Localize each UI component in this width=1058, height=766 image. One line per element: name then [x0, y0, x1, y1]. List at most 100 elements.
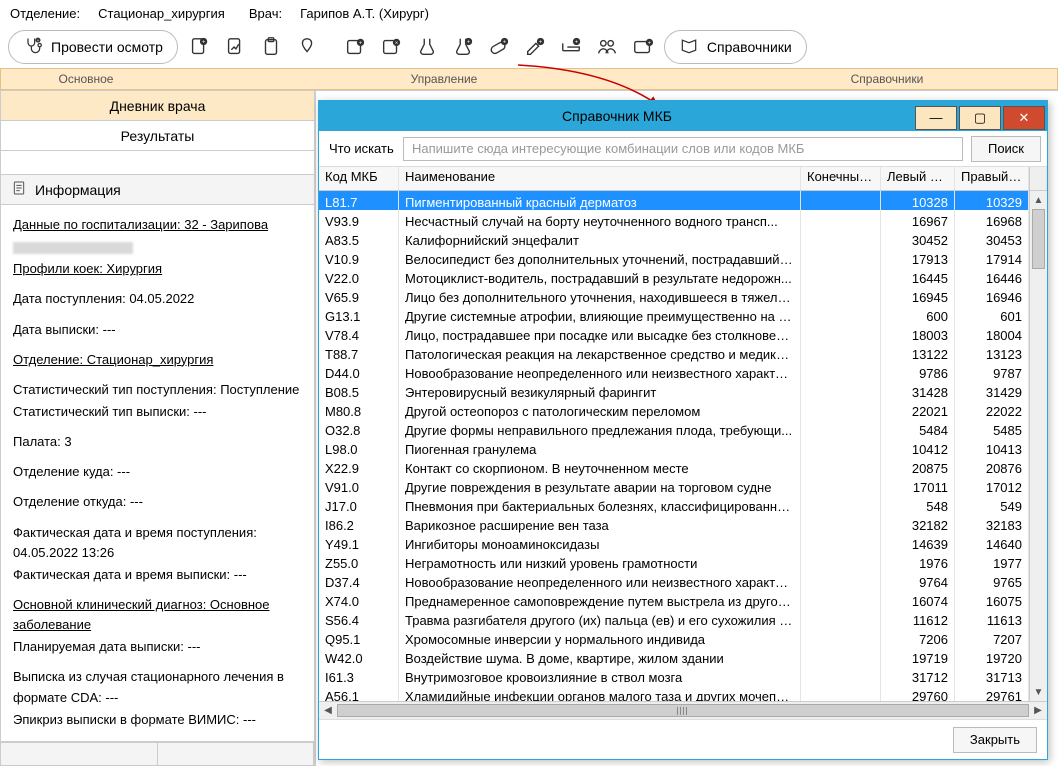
table-row[interactable]: A56.1Хламидийные инфекции органов малого… — [319, 685, 1047, 701]
cell-code: Q95.1 — [319, 628, 399, 647]
lab-plus-icon[interactable]: + — [448, 32, 478, 62]
cell-konech — [801, 457, 881, 476]
table-row[interactable]: V65.9Лицо без дополнительного уточнения,… — [319, 286, 1047, 305]
cell-name: Калифорнийский энцефалит — [399, 229, 801, 248]
table-row[interactable]: V78.4Лицо, пострадавшее при посадке или … — [319, 324, 1047, 343]
card-plus-icon[interactable]: + — [628, 32, 658, 62]
table-row[interactable]: Q95.1Хромосомные инверсии у нормального … — [319, 628, 1047, 647]
tab-diary[interactable]: Дневник врача — [0, 91, 315, 121]
table-row[interactable]: V93.9Несчастный случай на борту неуточне… — [319, 210, 1047, 229]
modal-titlebar[interactable]: Справочник МКБ — ▢ ✕ — [319, 101, 1047, 131]
minimize-button[interactable]: — — [915, 106, 957, 130]
cell-name: Новообразование неопределенного или неиз… — [399, 571, 801, 590]
search-button[interactable]: Поиск — [971, 136, 1041, 162]
cell-name: Пневмония при бактериальных болезнях, кл… — [399, 495, 801, 514]
doc-plus-icon[interactable]: + — [184, 32, 214, 62]
table-row[interactable]: M80.8Другой остеопороз с патологическим … — [319, 400, 1047, 419]
ref-button[interactable]: Справочники — [664, 30, 807, 64]
table-row[interactable]: B08.5Энтеровирусный везикулярный фаринги… — [319, 381, 1047, 400]
table-row[interactable]: O32.8Другие формы неправильного предлежа… — [319, 419, 1047, 438]
scroll-down-icon[interactable]: ▼ — [1030, 683, 1047, 701]
sched-plus-icon[interactable]: + — [340, 32, 370, 62]
cell-konech — [801, 533, 881, 552]
info-title: Информация — [35, 182, 121, 198]
info-beds[interactable]: Профили коек: Хирургия — [13, 261, 162, 276]
cell-left: 1976 — [881, 552, 955, 571]
edit-plus-icon[interactable]: + — [520, 32, 550, 62]
table-row[interactable]: I86.2Варикозное расширение вен таза32182… — [319, 514, 1047, 533]
cell-left: 31428 — [881, 381, 955, 400]
table-row[interactable]: Y49.1Ингибиторы моноаминоксидазы14639146… — [319, 533, 1047, 552]
hscroll-thumb[interactable] — [337, 704, 1029, 717]
tab-results[interactable]: Результаты — [0, 121, 315, 151]
col-konech[interactable]: Конечный ... — [801, 167, 881, 190]
exam-label: Провести осмотр — [51, 39, 163, 55]
table-row[interactable]: X22.9Контакт со скорпионом. В неуточненн… — [319, 457, 1047, 476]
lab-icon[interactable] — [412, 32, 442, 62]
scroll-up-icon[interactable]: ▲ — [1030, 191, 1047, 209]
info-body: Данные по госпитализации: 32 - Зарипова … — [0, 205, 315, 742]
cell-konech — [801, 628, 881, 647]
info-to-dept: Отделение куда: --- — [13, 462, 302, 482]
close-button[interactable]: Закрыть — [953, 727, 1037, 753]
pill-plus-icon[interactable]: + — [484, 32, 514, 62]
table-row[interactable]: W42.0Воздействие шума. В доме, квартире,… — [319, 647, 1047, 666]
info-hosp[interactable]: Данные по госпитализации: 32 - Зарипова — [13, 217, 268, 232]
table-header[interactable]: Код МКБ Наименование Конечный ... Левый … — [319, 167, 1047, 191]
ref-label: Справочники — [707, 39, 792, 55]
vertical-scrollbar[interactable]: ▲ ▼ — [1029, 191, 1047, 701]
table-row[interactable]: G13.1Другие системные атрофии, влияющие … — [319, 305, 1047, 324]
cell-left: 19719 — [881, 647, 955, 666]
info-dept[interactable]: Отделение: Стационар_хирургия — [13, 352, 213, 367]
cell-left: 10412 — [881, 438, 955, 457]
table-row[interactable]: D37.4Новообразование неопределенного или… — [319, 571, 1047, 590]
table-row[interactable]: V22.0Мотоциклист-водитель, пострадавший … — [319, 267, 1047, 286]
cell-right: 7207 — [955, 628, 1029, 647]
exam-button[interactable]: + Провести осмотр — [8, 30, 178, 64]
cell-name: Контакт со скорпионом. В неуточненном ме… — [399, 457, 801, 476]
table-row[interactable]: V10.9Велосипедист без дополнительных уто… — [319, 248, 1047, 267]
horizontal-scrollbar[interactable]: ◀ ▶ — [319, 701, 1047, 719]
cell-right: 18004 — [955, 324, 1029, 343]
col-left[interactable]: Левый инд... — [881, 167, 955, 190]
ribbon-icon[interactable] — [292, 32, 322, 62]
table-row[interactable]: L98.0Пиогенная гранулема1041210413 — [319, 438, 1047, 457]
info-maindx[interactable]: Основной клинический диагноз: Основное з… — [13, 597, 270, 632]
cell-konech — [801, 324, 881, 343]
bed-plus-icon[interactable]: + — [556, 32, 586, 62]
maximize-button[interactable]: ▢ — [959, 106, 1001, 130]
table-row[interactable]: L81.7Пигментированный красный дерматоз10… — [319, 191, 1047, 210]
scroll-right-icon[interactable]: ▶ — [1029, 702, 1047, 719]
table-row[interactable]: X74.0Преднамеренное самоповреждение путе… — [319, 590, 1047, 609]
group-icon[interactable] — [592, 32, 622, 62]
info-redacted — [13, 242, 133, 254]
col-code[interactable]: Код МКБ — [319, 167, 399, 190]
doc-sign-icon[interactable] — [220, 32, 250, 62]
table-row[interactable]: V91.0Другие повреждения в результате ава… — [319, 476, 1047, 495]
cell-right: 10329 — [955, 191, 1029, 210]
col-right[interactable]: Правый и... — [955, 167, 1029, 190]
table-row[interactable]: J17.0Пневмония при бактериальных болезня… — [319, 495, 1047, 514]
cell-left: 17913 — [881, 248, 955, 267]
table-row[interactable]: A83.5Калифорнийский энцефалит3045230453 — [319, 229, 1047, 248]
window-close-button[interactable]: ✕ — [1003, 106, 1045, 130]
col-name[interactable]: Наименование — [399, 167, 801, 190]
table-row[interactable]: Z55.0Неграмотность или низкий уровень гр… — [319, 552, 1047, 571]
scroll-thumb[interactable] — [1032, 209, 1045, 269]
cell-name: Патологическая реакция на лекарственное … — [399, 343, 801, 362]
section-labels: Основное Управление Справочники — [0, 68, 1058, 90]
search-input[interactable] — [403, 137, 963, 161]
table-row[interactable]: I61.3Внутримозговое кровоизлияние в ство… — [319, 666, 1047, 685]
table-row[interactable]: D44.0Новообразование неопределенного или… — [319, 362, 1047, 381]
doctor-label: Врач: — [249, 6, 282, 21]
sched-cross-icon[interactable]: × — [376, 32, 406, 62]
table-body[interactable]: L81.7Пигментированный красный дерматоз10… — [319, 191, 1047, 701]
svg-text:+: + — [202, 39, 205, 45]
table-row[interactable]: S56.4Травма разгибателя другого (их) пал… — [319, 609, 1047, 628]
clipboard-icon[interactable] — [256, 32, 286, 62]
page-icon — [11, 180, 27, 199]
table-row[interactable]: T88.7Патологическая реакция на лекарстве… — [319, 343, 1047, 362]
scroll-left-icon[interactable]: ◀ — [319, 702, 337, 719]
svg-text:+: + — [359, 40, 362, 46]
cell-left: 16945 — [881, 286, 955, 305]
